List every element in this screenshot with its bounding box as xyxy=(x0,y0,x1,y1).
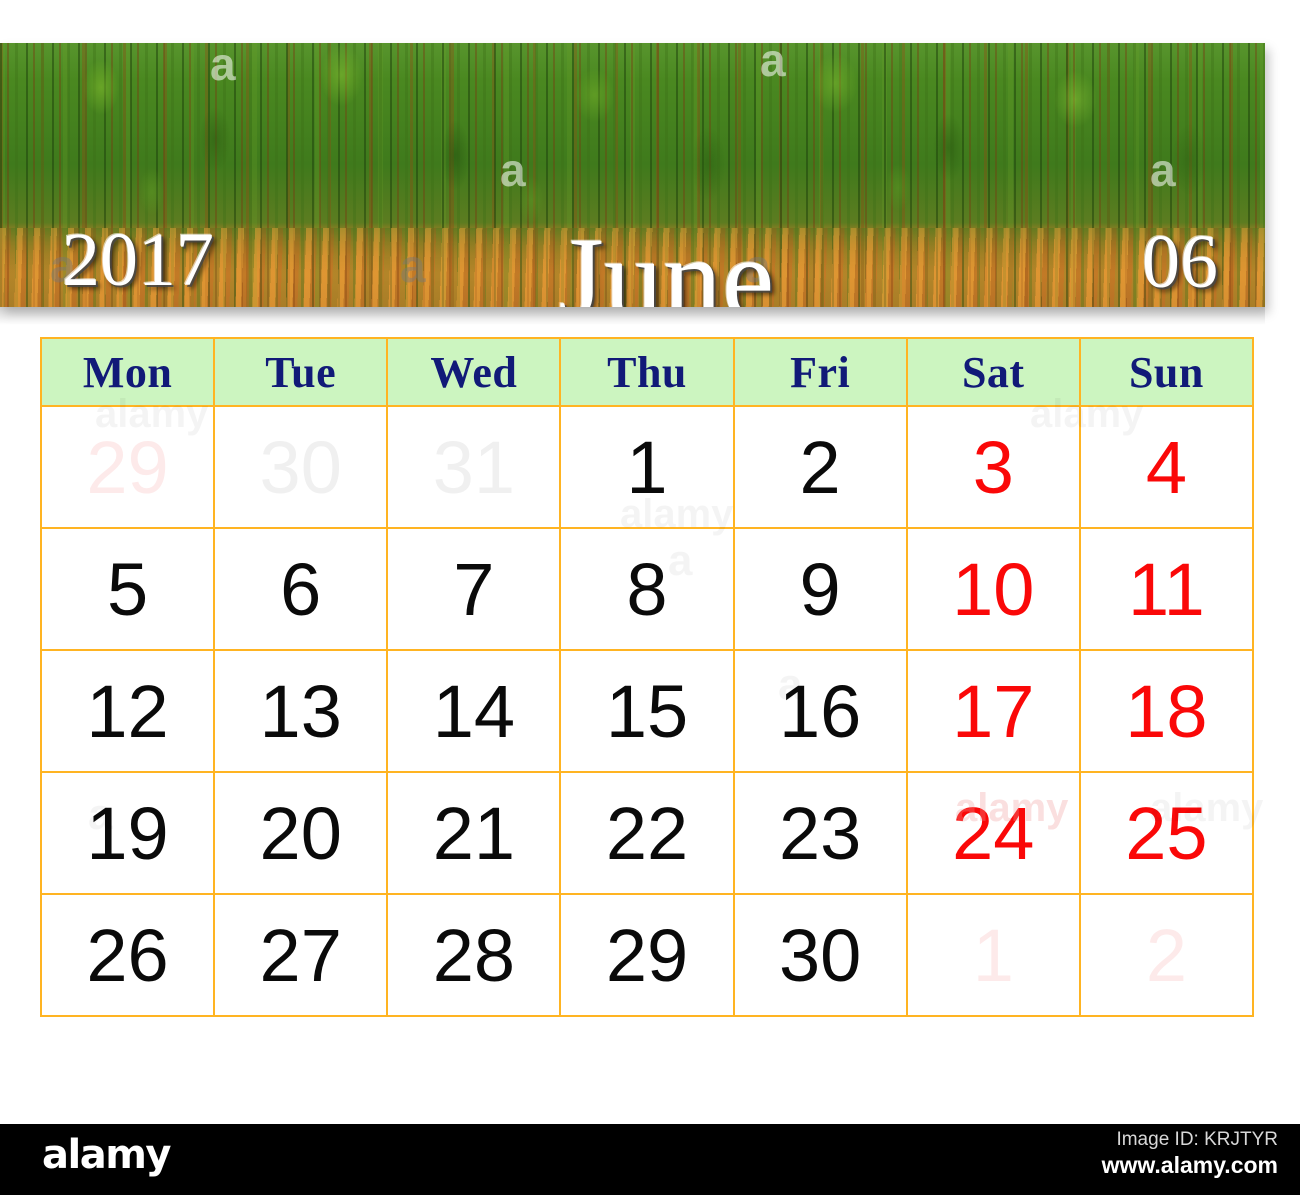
calendar-day-cell[interactable]: 15 xyxy=(559,649,735,773)
weekday-header-thu: Thu xyxy=(559,337,735,407)
calendar-day-cell[interactable]: 12 xyxy=(39,649,216,773)
calendar-day-cell[interactable]: 2 xyxy=(1078,893,1255,1017)
calendar-day-cell[interactable]: 17 xyxy=(905,649,1081,773)
calendar-year-title: 2017 xyxy=(62,217,214,302)
calendar-day-cell[interactable]: 7 xyxy=(386,527,562,651)
calendar-day-cell[interactable]: 19 xyxy=(39,771,216,895)
calendar-day-cell[interactable]: 29 xyxy=(39,405,216,529)
calendar-week-row: 5 6 7 8 9 10 11 xyxy=(39,527,1255,651)
photo-drop-shadow xyxy=(0,307,1265,325)
header-photo-banner: a a a a a a a 2017 June 06 xyxy=(0,43,1265,307)
weekday-header-wed: Wed xyxy=(386,337,562,407)
calendar-day-cell[interactable]: 29 xyxy=(559,893,735,1017)
calendar-week-row: 29 30 31 1 2 3 4 xyxy=(39,405,1255,529)
calendar-grid: Mon Tue Wed Thu Fri Sat Sun 29 30 31 1 2 3 4 5 6… xyxy=(39,337,1255,1017)
calendar-month-title: June xyxy=(558,213,775,307)
weekday-header-sat: Sat xyxy=(905,337,1081,407)
calendar-day-cell[interactable]: 31 xyxy=(386,405,562,529)
calendar-day-cell[interactable]: 1 xyxy=(559,405,735,529)
calendar-day-cell[interactable]: 8 xyxy=(559,527,735,651)
calendar-day-cell[interactable]: 13 xyxy=(213,649,389,773)
calendar-day-cell[interactable]: 28 xyxy=(386,893,562,1017)
calendar-day-cell[interactable]: 27 xyxy=(213,893,389,1017)
alamy-image-id: Image ID: KRJTYR xyxy=(1116,1129,1278,1150)
weekday-header-mon: Mon xyxy=(39,337,216,407)
calendar-day-cell[interactable]: 20 xyxy=(213,771,389,895)
calendar-day-cell[interactable]: 6 xyxy=(213,527,389,651)
calendar-week-row: 26 27 28 29 30 1 2 xyxy=(39,893,1255,1017)
calendar-month-number: 06 xyxy=(1142,219,1218,304)
calendar-day-cell[interactable]: 24 xyxy=(905,771,1081,895)
calendar-day-cell[interactable]: 16 xyxy=(732,649,908,773)
calendar-day-cell[interactable]: 9 xyxy=(732,527,908,651)
calendar-day-cell[interactable]: 10 xyxy=(905,527,1081,651)
alamy-url: www.alamy.com xyxy=(1101,1152,1278,1178)
weekday-header-sun: Sun xyxy=(1078,337,1255,407)
alamy-footer-bar: alamy Image ID: KRJTYR www.alamy.com xyxy=(0,1124,1300,1195)
calendar-day-cell[interactable]: 18 xyxy=(1078,649,1255,773)
calendar-week-row: 12 13 14 15 16 17 18 xyxy=(39,649,1255,773)
calendar-day-cell[interactable]: 22 xyxy=(559,771,735,895)
calendar-day-cell[interactable]: 14 xyxy=(386,649,562,773)
calendar-weeks-body: 29 30 31 1 2 3 4 5 6 7 8 9 10 11 12 13 14 15 16 17 18 19 20 21 2… xyxy=(39,405,1255,1017)
calendar-day-cell[interactable]: 1 xyxy=(905,893,1081,1017)
weekday-header-tue: Tue xyxy=(213,337,389,407)
weekday-header-fri: Fri xyxy=(732,337,908,407)
calendar-day-cell[interactable]: 2 xyxy=(732,405,908,529)
calendar-day-cell[interactable]: 21 xyxy=(386,771,562,895)
calendar-day-cell[interactable]: 25 xyxy=(1078,771,1255,895)
calendar-week-row: 19 20 21 22 23 24 25 xyxy=(39,771,1255,895)
weekday-header-row: Mon Tue Wed Thu Fri Sat Sun xyxy=(39,337,1255,407)
calendar-day-cell[interactable]: 26 xyxy=(39,893,216,1017)
calendar-day-cell[interactable]: 30 xyxy=(213,405,389,529)
calendar-day-cell[interactable]: 4 xyxy=(1078,405,1255,529)
calendar-day-cell[interactable]: 3 xyxy=(905,405,1081,529)
calendar-day-cell[interactable]: 11 xyxy=(1078,527,1255,651)
calendar-day-cell[interactable]: 30 xyxy=(732,893,908,1017)
calendar-day-cell[interactable]: 5 xyxy=(39,527,216,651)
alamy-logo: alamy xyxy=(42,1132,171,1178)
calendar-day-cell[interactable]: 23 xyxy=(732,771,908,895)
